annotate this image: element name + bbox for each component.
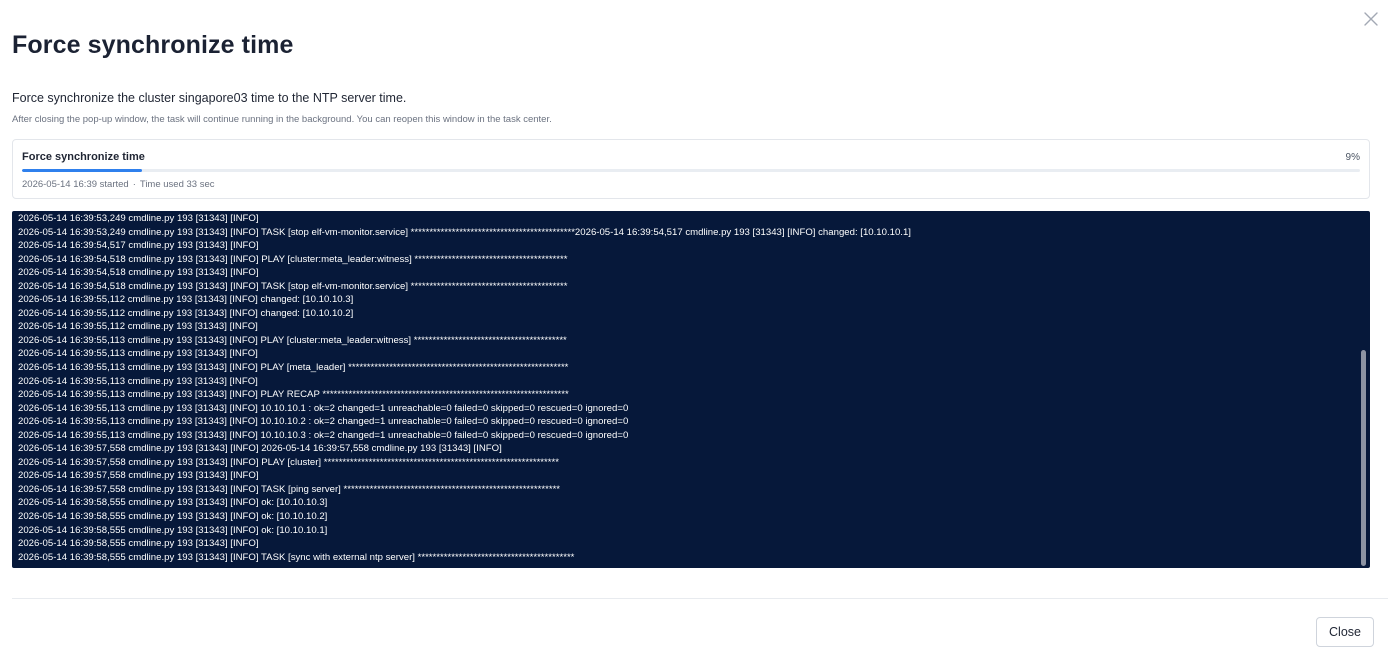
dialog-note: After closing the pop-up window, the tas…	[12, 114, 552, 125]
progress-bar	[22, 169, 1360, 172]
meta-separator: ·	[132, 179, 136, 190]
log-line: 2026-05-14 16:39:55,113 cmdline.py 193 […	[18, 416, 629, 428]
log-line: 2026-05-14 16:39:54,518 cmdline.py 193 […	[18, 280, 568, 292]
force-sync-time-dialog: Force synchronize time Force synchronize…	[0, 0, 1400, 664]
log-line: 2026-05-14 16:39:54,517 cmdline.py 193 […	[18, 240, 259, 252]
log-scrollbar[interactable]	[1361, 213, 1367, 566]
task-time-used: Time used 33 sec	[139, 179, 215, 190]
log-line: 2026-05-14 16:39:58,555 cmdline.py 193 […	[18, 538, 259, 550]
log-line: 2026-05-14 16:39:58,555 cmdline.py 193 […	[18, 497, 328, 509]
log-line: 2026-05-14 16:39:55,112 cmdline.py 193 […	[18, 294, 354, 306]
close-button[interactable]: Close	[1316, 617, 1374, 647]
log-line: 2026-05-14 16:39:54,518 cmdline.py 193 […	[18, 267, 259, 279]
task-card: Force synchronize time 9% 2026-05-14 16:…	[12, 139, 1370, 199]
task-name: Force synchronize time	[22, 151, 145, 163]
task-started: 2026-05-14 16:39 started	[22, 179, 129, 190]
log-line: 2026-05-14 16:39:57,558 cmdline.py 193 […	[18, 483, 561, 495]
progress-bar-fill	[22, 169, 143, 172]
log-line: 2026-05-14 16:39:55,113 cmdline.py 193 […	[18, 402, 629, 414]
dialog-description: Force synchronize the cluster singapore0…	[12, 91, 407, 105]
log-line: 2026-05-14 16:39:54,518 cmdline.py 193 […	[18, 253, 568, 265]
log-console[interactable]: 2026-05-14 16:39:53,249 cmdline.py 193 […	[12, 211, 1370, 568]
log-line: 2026-05-14 16:39:55,113 cmdline.py 193 […	[18, 389, 569, 401]
log-line: 2026-05-14 16:39:55,113 cmdline.py 193 […	[18, 362, 569, 374]
log-line: 2026-05-14 16:39:55,112 cmdline.py 193 […	[18, 321, 258, 333]
log-line: 2026-05-14 16:39:55,113 cmdline.py 193 […	[18, 334, 567, 346]
footer-divider	[12, 598, 1388, 599]
log-line: 2026-05-14 16:39:55,113 cmdline.py 193 […	[18, 348, 258, 360]
log-line: 2026-05-14 16:39:53,249 cmdline.py 193 […	[18, 226, 911, 238]
log-line: 2026-05-14 16:39:57,558 cmdline.py 193 […	[18, 443, 502, 455]
log-scrollbar-thumb[interactable]	[1361, 350, 1366, 566]
log-line: 2026-05-14 16:39:58,555 cmdline.py 193 […	[18, 524, 328, 536]
close-icon[interactable]	[1362, 10, 1380, 28]
log-line: 2026-05-14 16:39:58,555 cmdline.py 193 […	[18, 551, 575, 563]
log-line: 2026-05-14 16:39:55,113 cmdline.py 193 […	[18, 429, 629, 441]
log-lines: 2026-05-14 16:39:53,249 cmdline.py 193 […	[18, 212, 1356, 564]
log-line: 2026-05-14 16:39:58,555 cmdline.py 193 […	[18, 511, 328, 523]
log-line: 2026-05-14 16:39:57,558 cmdline.py 193 […	[18, 470, 259, 482]
dialog-title: Force synchronize time	[12, 31, 294, 59]
log-line: 2026-05-14 16:39:57,558 cmdline.py 193 […	[18, 456, 559, 468]
log-line: 2026-05-14 16:39:55,112 cmdline.py 193 […	[18, 307, 354, 319]
task-meta: 2026-05-14 16:39 started · Time used 33 se…	[22, 179, 215, 190]
log-line: 2026-05-14 16:39:53,249 cmdline.py 193 […	[18, 213, 259, 224]
log-line: 2026-05-14 16:39:55,113 cmdline.py 193 […	[18, 375, 258, 387]
task-progress-percent: 9%	[1345, 152, 1360, 163]
